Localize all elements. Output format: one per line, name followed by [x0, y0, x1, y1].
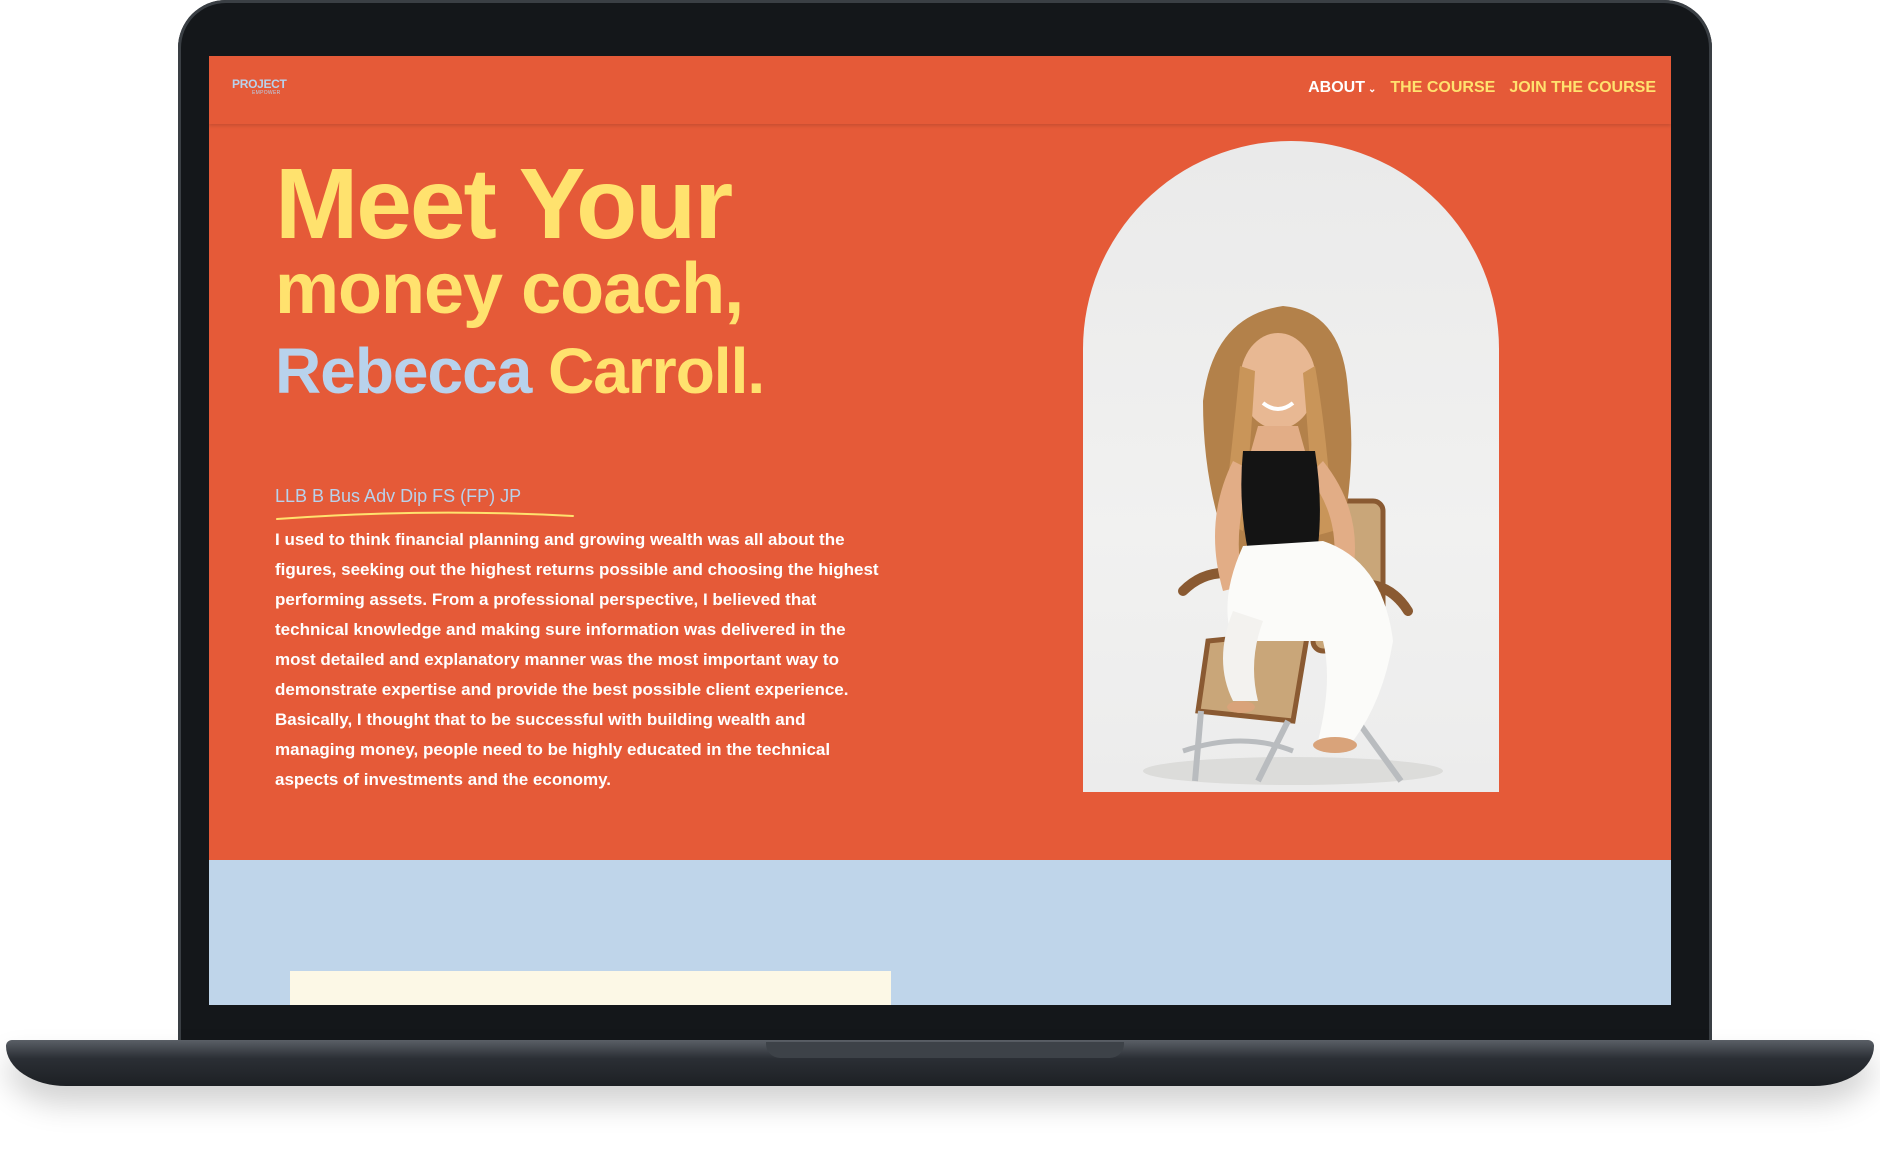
chevron-down-icon: ⌄ [1368, 83, 1377, 95]
content-card [290, 971, 891, 1005]
main-nav: ABOUT ⌄ THE COURSE JOIN THE COURSE [1308, 78, 1656, 98]
nav-join-course[interactable]: JOIN THE COURSE [1509, 79, 1656, 97]
hero-heading-line1: Meet Your [275, 148, 733, 260]
nav-about-label: ABOUT [1308, 79, 1366, 96]
browser-screen: PROJECT EMPOWER ABOUT ⌄ THE COURSE JOIN … [209, 56, 1671, 1005]
logo-wordmark: PROJECT [232, 77, 287, 91]
coach-portrait-illustration [1143, 306, 1443, 785]
laptop-notch [766, 1042, 1124, 1058]
logo-subtext: EMPOWER [252, 90, 281, 96]
hero-heading-line2: money coach, [275, 249, 744, 329]
nav-the-course[interactable]: THE COURSE [1390, 79, 1495, 97]
nav-about[interactable]: ABOUT ⌄ [1308, 79, 1376, 97]
credentials-underline [276, 511, 574, 520]
coach-last-name: Carroll. [548, 335, 765, 407]
coach-portrait [1083, 141, 1499, 792]
hero-heading-name: Rebecca Carroll. [275, 334, 765, 408]
site-logo[interactable]: PROJECT EMPOWER [232, 78, 292, 102]
site-header: PROJECT EMPOWER ABOUT ⌄ THE COURSE JOIN … [209, 56, 1671, 124]
coach-first-name: Rebecca [275, 335, 532, 407]
coach-credentials: LLB B Bus Adv Dip FS (FP) JP [275, 486, 522, 506]
coach-bio: I used to think financial planning and g… [275, 530, 879, 789]
